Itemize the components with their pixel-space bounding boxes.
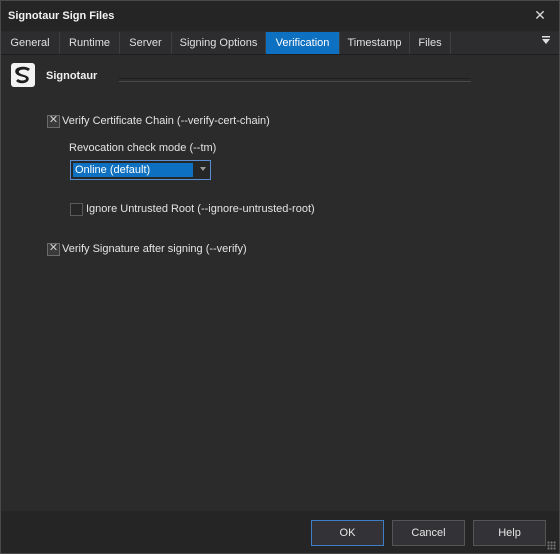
ignore-untrusted-root-label[interactable]: Ignore Untrusted Root (--ignore-untruste… <box>86 203 315 215</box>
window-title: Signotaur Sign Files <box>8 10 115 22</box>
cancel-button[interactable]: Cancel <box>392 520 465 546</box>
ok-button[interactable]: OK <box>311 520 384 546</box>
tab-files[interactable]: Files <box>410 32 451 54</box>
tab-timestamp[interactable]: Timestamp <box>340 32 410 54</box>
help-button[interactable]: Help <box>473 520 546 546</box>
verify-signature-checkbox[interactable] <box>47 242 60 256</box>
ignore-untrusted-root-checkbox[interactable] <box>70 203 83 216</box>
verify-chain-checkbox[interactable] <box>47 114 60 128</box>
dialog-window: Signotaur Sign Files ✕ General Runtime S… <box>0 0 560 554</box>
verify-chain-label[interactable]: Verify Certificate Chain (--verify-cert-… <box>62 115 270 127</box>
brand-label: Signotaur <box>46 70 98 82</box>
chevron-down-icon <box>200 167 206 171</box>
title-bar: Signotaur Sign Files ✕ <box>1 1 559 31</box>
resize-grip-icon[interactable] <box>547 541 556 550</box>
revocation-mode-value: Online (default) <box>73 163 193 177</box>
tab-general[interactable]: General <box>1 32 60 54</box>
close-icon[interactable]: ✕ <box>531 6 549 24</box>
tab-runtime[interactable]: Runtime <box>60 32 120 54</box>
revocation-mode-dropdown[interactable]: Online (default) <box>70 160 211 180</box>
tab-signing-options[interactable]: Signing Options <box>172 32 266 54</box>
tab-bar: General Runtime Server Signing Options V… <box>1 32 559 55</box>
tab-server[interactable]: Server <box>120 32 172 54</box>
overflow-menu-icon[interactable] <box>539 34 553 52</box>
revocation-mode-label: Revocation check mode (--tm) <box>69 142 217 154</box>
header-divider <box>119 78 471 82</box>
signotaur-logo-icon <box>11 63 35 87</box>
verify-signature-label[interactable]: Verify Signature after signing (--verify… <box>62 243 247 255</box>
tab-verification[interactable]: Verification <box>266 32 340 54</box>
